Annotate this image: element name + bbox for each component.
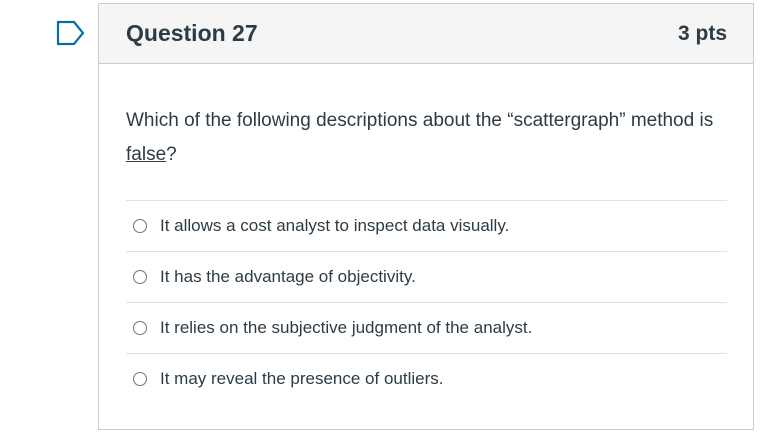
question-title: Question 27: [126, 20, 258, 46]
answer-option-1[interactable]: It allows a cost analyst to inspect data…: [126, 201, 727, 252]
question-text-start: Which of the following descriptions abou…: [126, 110, 714, 131]
answer-label: It has the advantage of objectivity.: [160, 267, 416, 286]
question-text-emphasis: false: [126, 144, 167, 165]
flag-question-button[interactable]: [56, 20, 86, 46]
answer-label: It allows a cost analyst to inspect data…: [160, 216, 510, 235]
answer-list: It allows a cost analyst to inspect data…: [126, 200, 727, 404]
answer-label: It relies on the subjective judgment of …: [160, 318, 533, 337]
question-card: Question 27 3 pts Which of the following…: [98, 3, 754, 430]
question-text: Which of the following descriptions abou…: [126, 104, 727, 172]
answer-option-2[interactable]: It has the advantage of objectivity.: [126, 252, 727, 303]
radio-unselected-icon[interactable]: [133, 321, 147, 335]
question-body: Which of the following descriptions abou…: [99, 64, 753, 404]
flag-question-icon: [56, 20, 85, 46]
answer-label: It may reveal the presence of outliers.: [160, 369, 444, 388]
answer-option-4[interactable]: It may reveal the presence of outliers.: [126, 354, 727, 404]
radio-unselected-icon[interactable]: [133, 270, 147, 284]
question-text-end: ?: [166, 144, 177, 165]
question-points: 3 pts: [677, 21, 727, 45]
question-header: Question 27 3 pts: [99, 4, 753, 64]
radio-unselected-icon[interactable]: [133, 219, 147, 233]
radio-unselected-icon[interactable]: [133, 372, 147, 386]
answer-option-3[interactable]: It relies on the subjective judgment of …: [126, 303, 727, 354]
